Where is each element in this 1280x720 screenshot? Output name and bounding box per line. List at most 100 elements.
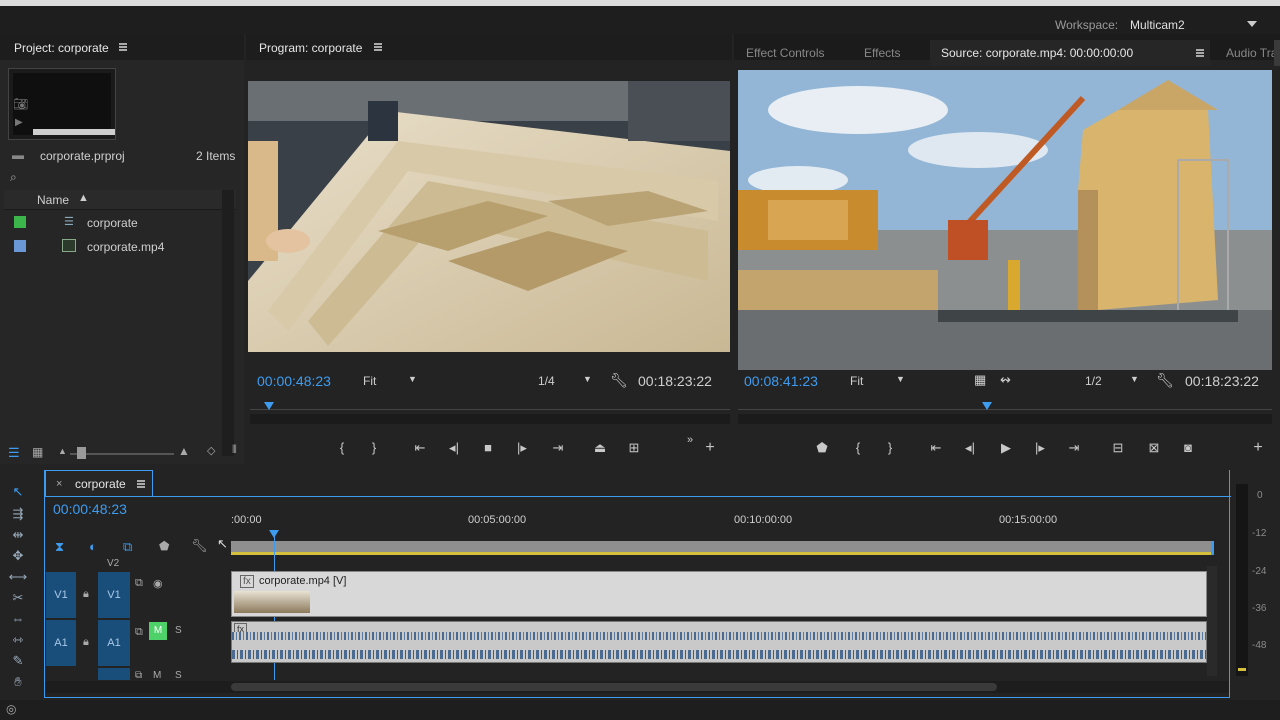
rolling-edit-tool-icon[interactable]: ✥ — [8, 548, 28, 564]
lock-icon[interactable]: 🔒︎ — [83, 636, 89, 649]
list-view-icon[interactable]: ☰ — [8, 445, 20, 461]
add-button-icon[interactable]: + — [700, 439, 720, 457]
solo-track-button[interactable]: S — [175, 625, 182, 636]
slip-tool-icon[interactable]: ⇔ — [8, 611, 28, 627]
selection-tool-icon[interactable]: ↖ — [8, 484, 28, 500]
mark-out-button[interactable]: } — [364, 440, 384, 455]
drag-audio-only-icon[interactable]: ↭ — [1000, 372, 1011, 388]
play-icon[interactable]: ▶ — [15, 117, 23, 128]
mute-track-button[interactable]: M — [149, 622, 167, 640]
source-playhead[interactable] — [982, 402, 992, 410]
zoom-in-icon[interactable]: ▲ — [178, 444, 190, 458]
source-zoom-bar[interactable] — [738, 414, 1272, 424]
hand-tool-icon[interactable]: ✋︎ — [8, 674, 28, 690]
rate-stretch-tool-icon[interactable]: ⟷ — [8, 569, 28, 585]
program-panel-menu-icon[interactable] — [374, 43, 382, 51]
program-time-ruler[interactable] — [250, 400, 730, 412]
program-timecode[interactable]: 00:00:48:23 — [257, 373, 331, 389]
list-item[interactable]: corporate.mp4 — [4, 235, 236, 259]
mark-out-button[interactable]: } — [880, 440, 900, 455]
snap-icon[interactable]: ◐ — [89, 539, 97, 554]
source-track-a1[interactable]: A1 — [46, 620, 76, 666]
mute-track-button[interactable]: M — [153, 670, 161, 681]
chevron-down-icon[interactable]: ▼ — [583, 374, 592, 384]
search-icon[interactable]: ⌕ — [10, 170, 17, 185]
drag-video-only-icon[interactable]: ▦ — [974, 372, 986, 388]
step-back-button[interactable]: ◂| — [960, 440, 980, 456]
project-panel-menu-icon[interactable] — [119, 43, 127, 51]
tab-source[interactable]: Source: corporate.mp4: 00:00:00:00 — [941, 46, 1133, 60]
tab-effect-controls[interactable]: Effect Controls — [746, 46, 824, 60]
source-fit-select[interactable]: Fit — [850, 374, 863, 388]
step-back-button[interactable]: ◂| — [444, 440, 464, 456]
source-resolution-select[interactable]: 1/2 — [1085, 374, 1102, 388]
insert-button[interactable]: ⊟ — [1108, 440, 1128, 456]
solo-track-button[interactable]: S — [175, 670, 182, 681]
extract-button[interactable]: ⊞ — [624, 440, 644, 456]
timeline-ruler[interactable]: :00:00 00:05:00:00 00:10:00:00 00:15:00:… — [231, 510, 1211, 534]
sync-lock-icon[interactable]: ⧉ — [135, 626, 143, 639]
track-target-a1[interactable]: A1 — [98, 620, 130, 666]
go-to-out-button[interactable]: ⇥ — [548, 440, 568, 456]
zoom-out-icon[interactable]: ▲ — [58, 446, 67, 456]
wrench-icon[interactable]: 🔧︎ — [191, 538, 208, 554]
nest-toggle-icon[interactable]: ⧗ — [55, 539, 64, 555]
timeline-timecode[interactable]: 00:00:48:23 — [53, 501, 127, 517]
mark-in-button[interactable]: { — [848, 440, 868, 455]
wrench-icon[interactable]: 🔧︎ — [1156, 372, 1174, 389]
more-icon[interactable]: ⦀ — [232, 444, 237, 457]
program-video-frame[interactable] — [248, 81, 730, 352]
sequence-tab-title[interactable]: corporate — [75, 477, 126, 491]
workspace-dropdown-icon[interactable] — [1247, 21, 1257, 27]
column-header-name[interactable]: Name — [37, 193, 69, 207]
list-item[interactable]: ☰ corporate — [4, 211, 236, 235]
add-marker-button[interactable]: ⬟ — [812, 440, 832, 456]
go-to-in-button[interactable]: ⇤ — [410, 440, 430, 456]
go-to-in-button[interactable]: ⇤ — [926, 440, 946, 456]
step-forward-button[interactable]: |▸ — [512, 440, 532, 456]
lift-button[interactable]: ⏏ — [590, 440, 610, 456]
play-button[interactable]: ▶ — [996, 440, 1016, 456]
program-playhead[interactable] — [264, 402, 274, 410]
slide-tool-icon[interactable]: ⇿ — [8, 632, 28, 648]
sync-lock-icon[interactable]: ⧉ — [135, 577, 143, 590]
step-forward-button[interactable]: |▸ — [1030, 440, 1050, 456]
program-zoom-bar[interactable] — [250, 414, 730, 424]
sync-lock-icon[interactable]: ⧉ — [135, 670, 142, 681]
sequence-tab[interactable]: × corporate — [45, 470, 153, 496]
source-time-ruler[interactable] — [738, 400, 1272, 412]
project-scrollbar[interactable] — [222, 190, 234, 456]
source-timecode[interactable]: 00:08:41:23 — [744, 373, 818, 389]
eye-icon[interactable]: ◉ — [153, 577, 163, 590]
track-target-v1[interactable]: V1 — [98, 572, 130, 618]
icon-view-icon[interactable]: ▦ — [32, 445, 43, 459]
chevron-down-icon[interactable]: ▼ — [1130, 374, 1139, 384]
tab-effects[interactable]: Effects — [864, 46, 900, 60]
zoom-slider-handle[interactable] — [77, 447, 86, 459]
pen-tool-icon[interactable]: ✎ — [8, 653, 28, 669]
add-button-icon[interactable]: + — [1248, 439, 1268, 457]
source-video-frame[interactable] — [738, 70, 1272, 370]
sort-icons-icon[interactable]: ◇ — [207, 444, 215, 457]
track-select-tool-icon[interactable]: ⇶ — [8, 506, 28, 522]
timeline-vertical-scrollbar[interactable] — [1207, 566, 1217, 676]
mark-in-button[interactable]: { — [332, 440, 352, 455]
sort-ascending-icon[interactable]: ▲ — [78, 192, 89, 204]
overflow-icon[interactable]: » — [680, 434, 700, 446]
lock-icon[interactable]: 🔒︎ — [83, 588, 89, 601]
program-tab-title[interactable]: Program: corporate — [259, 41, 362, 55]
source-track-v1[interactable]: V1 — [46, 572, 76, 618]
export-frame-icon[interactable]: ◙ — [1178, 440, 1198, 455]
camera-icon[interactable]: 📷︎ — [13, 97, 28, 111]
razor-tool-icon[interactable]: ✂ — [8, 590, 28, 606]
audio-clip[interactable]: fx — [231, 621, 1207, 663]
workspace-select[interactable]: Multicam2 — [1130, 18, 1185, 32]
track-target-a2[interactable] — [98, 668, 130, 680]
tab-audio-track-mixer[interactable]: Audio Tra — [1226, 46, 1277, 60]
ripple-edit-tool-icon[interactable]: ⇹ — [8, 527, 28, 543]
timeline-horizontal-scrollbar[interactable] — [45, 681, 1229, 693]
chevron-down-icon[interactable]: ▼ — [408, 374, 417, 384]
video-clip[interactable]: fx corporate.mp4 [V] — [231, 571, 1207, 617]
timeline-menu-icon[interactable] — [137, 480, 145, 488]
overwrite-button[interactable]: ⊠ — [1144, 440, 1164, 456]
